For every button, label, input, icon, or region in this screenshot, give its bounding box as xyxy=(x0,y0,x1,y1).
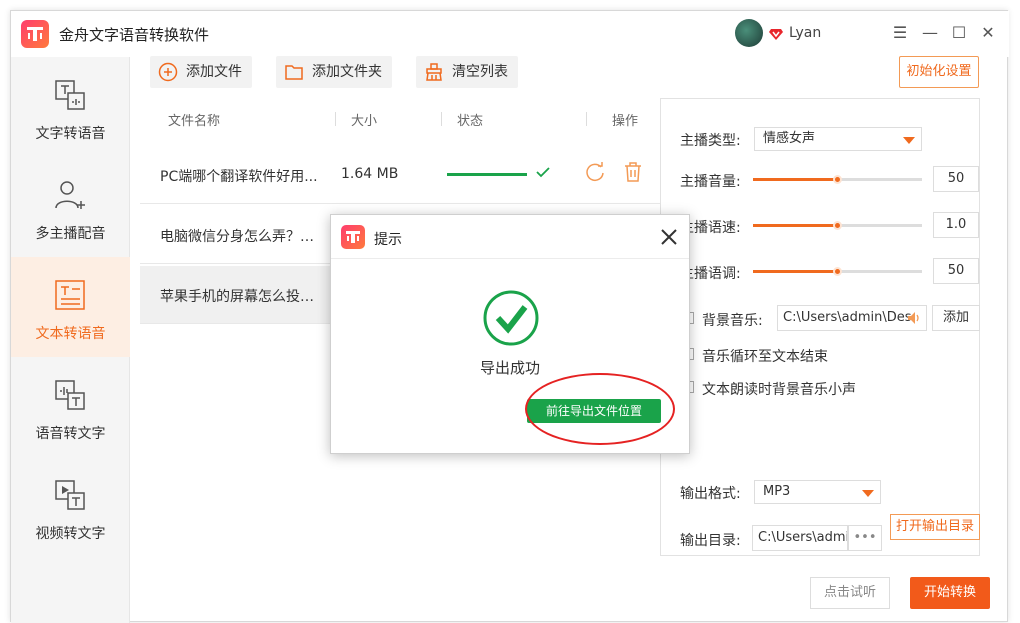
dialog-title: 提示 xyxy=(374,232,402,248)
preview-button[interactable]: 点击试听 xyxy=(810,577,890,609)
sidebar-item-label: 多主播配音 xyxy=(35,226,106,242)
user-name[interactable]: Lyan xyxy=(789,25,821,41)
close-button[interactable]: ✕ xyxy=(978,23,998,43)
slider-handle[interactable] xyxy=(832,221,842,230)
pitch-slider[interactable] xyxy=(753,267,922,276)
slider-fill xyxy=(753,270,838,273)
folder-icon xyxy=(285,65,303,80)
loop-label: 音乐循环至文本结束 xyxy=(702,349,828,365)
dir-label: 输出目录: xyxy=(680,533,741,549)
highlight-annotation xyxy=(525,373,675,445)
text-to-speech-icon xyxy=(55,80,85,110)
speech-to-text-icon xyxy=(55,380,85,410)
plus-circle-icon xyxy=(158,62,178,82)
app-logo-icon xyxy=(21,20,49,48)
duck-label: 文本朗读时背景音乐小声 xyxy=(702,382,856,398)
format-value: MP3 xyxy=(763,484,791,499)
volume-input[interactable]: 50 xyxy=(933,166,979,192)
sidebar-item-video-to-text[interactable]: 视频转文字 xyxy=(11,457,130,557)
success-check-icon xyxy=(483,290,539,346)
pitch-input[interactable]: 50 xyxy=(933,258,979,284)
slider-handle[interactable] xyxy=(832,175,842,184)
header-actions: 操作 xyxy=(612,114,639,129)
add-file-button[interactable]: 添加文件 xyxy=(150,56,252,88)
file-name: 苹果手机的屏幕怎么投屏... xyxy=(160,289,325,305)
user-avatar[interactable] xyxy=(735,19,763,47)
speed-slider[interactable] xyxy=(753,221,922,230)
clear-list-label: 清空列表 xyxy=(452,64,508,80)
broom-icon xyxy=(426,63,442,81)
header-separator xyxy=(441,112,442,126)
anchor-type-label: 主播类型: xyxy=(680,133,741,149)
file-size: 1.64 MB xyxy=(341,166,399,182)
clear-list-button[interactable]: 清空列表 xyxy=(416,56,518,88)
header-name: 文件名称 xyxy=(168,114,221,129)
sidebar-item-multi-anchor[interactable]: 多主播配音 xyxy=(11,157,130,257)
anchor-type-select[interactable]: 情感女声 xyxy=(754,127,922,151)
file-name: 电脑微信分身怎么弄？微... xyxy=(160,229,325,245)
vip-badge-icon xyxy=(769,29,783,40)
open-output-dir-button[interactable]: 打开输出目录 xyxy=(890,514,980,540)
add-file-label: 添加文件 xyxy=(186,64,242,80)
refresh-icon[interactable] xyxy=(584,161,606,183)
volume-label: 主播音量: xyxy=(680,174,741,190)
minimize-button[interactable]: — xyxy=(920,23,940,43)
menu-icon[interactable]: ☰ xyxy=(890,23,910,43)
sidebar: 文字转语音 多主播配音 文本转语音 语音转文字 视频转文字 xyxy=(11,57,130,623)
header-separator xyxy=(335,112,336,126)
add-folder-label: 添加文件夹 xyxy=(312,64,382,80)
sidebar-item-text-to-speech[interactable]: 文字转语音 xyxy=(11,57,130,157)
file-name: PC端哪个翻译软件好用... xyxy=(160,169,318,185)
bgm-path: C:\Users\admin\Des xyxy=(783,310,912,325)
start-convert-button[interactable]: 开始转换 xyxy=(910,577,990,609)
sidebar-item-label: 语音转文字 xyxy=(35,426,106,442)
output-dir-field[interactable]: C:\Users\admir xyxy=(752,525,848,551)
check-icon xyxy=(536,167,550,178)
progress-bar xyxy=(447,173,527,176)
header-separator xyxy=(586,112,587,126)
close-icon[interactable] xyxy=(659,227,679,247)
dialog-header: 提示 xyxy=(331,215,689,259)
app-title: 金舟文字语音转换软件 xyxy=(59,26,210,44)
video-to-text-icon xyxy=(55,480,85,510)
chevron-down-icon xyxy=(862,490,874,497)
slider-fill xyxy=(753,224,838,227)
sidebar-item-label: 文字转语音 xyxy=(35,126,106,142)
bgm-label: 背景音乐: xyxy=(702,313,763,329)
table-row[interactable]: PC端哪个翻译软件好用... 1.64 MB xyxy=(140,146,660,204)
format-label: 输出格式: xyxy=(680,486,741,502)
reset-settings-button[interactable]: 初始化设置 xyxy=(899,56,979,88)
slider-handle[interactable] xyxy=(832,267,842,276)
browse-button[interactable]: ••• xyxy=(848,525,882,551)
output-dir-path: C:\Users\admir xyxy=(758,530,848,545)
anchor-type-value: 情感女声 xyxy=(763,131,816,146)
header-size: 大小 xyxy=(351,114,378,129)
chevron-down-icon xyxy=(903,137,915,144)
speaker-icon[interactable] xyxy=(906,310,922,326)
format-select[interactable]: MP3 xyxy=(754,480,881,504)
progress-fill xyxy=(447,173,527,176)
volume-slider[interactable] xyxy=(753,175,922,184)
bgm-add-button[interactable]: 添加 xyxy=(932,305,980,331)
slider-fill xyxy=(753,178,838,181)
title-bar: 金舟文字语音转换软件 Lyan ☰ — ☐ ✕ xyxy=(11,11,1009,57)
sidebar-item-document-to-speech[interactable]: 文本转语音 xyxy=(11,257,130,357)
add-folder-button[interactable]: 添加文件夹 xyxy=(276,56,392,88)
document-to-speech-icon xyxy=(55,280,85,310)
header-status: 状态 xyxy=(457,114,484,129)
bgm-path-field[interactable]: C:\Users\admin\Des xyxy=(777,305,927,331)
sidebar-item-label: 文本转语音 xyxy=(35,326,106,342)
multi-anchor-icon xyxy=(55,181,85,209)
speed-input[interactable]: 1.0 xyxy=(933,212,979,238)
trash-icon[interactable] xyxy=(623,161,643,183)
app-logo-icon xyxy=(341,225,365,249)
sidebar-item-speech-to-text[interactable]: 语音转文字 xyxy=(11,357,130,457)
maximize-button[interactable]: ☐ xyxy=(949,23,969,43)
file-list-header: 文件名称 大小 状态 操作 xyxy=(140,102,660,132)
sidebar-item-label: 视频转文字 xyxy=(35,526,106,542)
dialog-message: 导出成功 xyxy=(479,359,540,377)
